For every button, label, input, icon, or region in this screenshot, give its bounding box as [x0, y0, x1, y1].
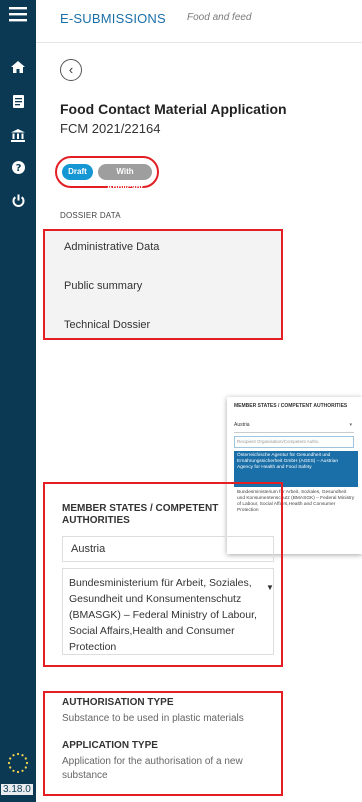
dossier-highlight — [43, 229, 283, 340]
version-label: 3.18.0 — [1, 784, 33, 795]
help-icon[interactable]: ? — [0, 159, 36, 178]
power-icon[interactable] — [0, 193, 36, 212]
popup-label: MEMBER STATES / COMPETENT AUTHORITIES — [234, 403, 348, 409]
popup-country-value: Austria — [234, 422, 250, 428]
popup-country-select[interactable]: Austria ▾ — [234, 419, 354, 433]
popup-search-input[interactable]: Recipient Organisation/Competent Autho — [234, 436, 354, 448]
dossier-section-label: DOSSIER DATA — [60, 211, 121, 220]
authorisation-highlight — [43, 691, 283, 796]
top-bar: E-SUBMISSIONS Food and feed — [36, 0, 362, 43]
member-states-highlight — [43, 482, 283, 667]
institution-icon[interactable] — [0, 127, 36, 146]
eu-stars-icon — [7, 752, 29, 774]
status-badge-with-applicant: With Applicant — [98, 164, 152, 192]
back-button[interactable]: ‹ — [60, 59, 82, 81]
document-icon[interactable] — [0, 93, 36, 112]
menu-icon[interactable] — [0, 6, 36, 26]
status-badge-draft: Draft — [62, 164, 93, 180]
chevron-left-icon: ‹ — [68, 62, 74, 77]
application-reference: FCM 2021/22164 — [60, 121, 161, 136]
page-title: Food Contact Material Application — [60, 101, 287, 117]
svg-text:?: ? — [15, 163, 21, 174]
app-subbrand: Food and feed — [187, 12, 252, 23]
chevron-down-icon: ▾ — [349, 422, 352, 428]
app-brand[interactable]: E-SUBMISSIONS — [60, 11, 166, 26]
home-icon[interactable] — [0, 58, 36, 77]
sidebar: ? — [0, 0, 36, 802]
